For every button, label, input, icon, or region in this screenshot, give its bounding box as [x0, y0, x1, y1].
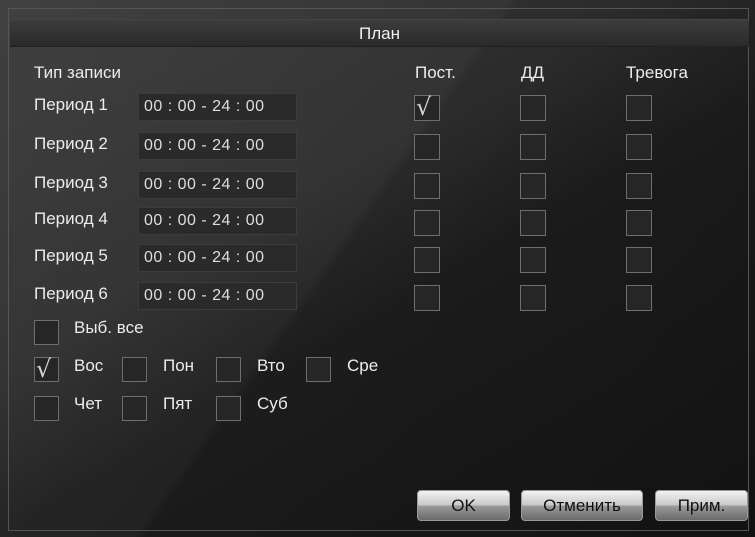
day-label-sunday: Вос — [74, 356, 104, 375]
period-label: Период 3 — [34, 173, 108, 192]
period-2-constant-checkbox[interactable] — [414, 134, 440, 160]
period-1-alarm-checkbox[interactable] — [626, 95, 652, 121]
day-label-tuesday: Вто — [257, 356, 285, 375]
apply-button[interactable]: Прим. — [655, 490, 748, 521]
period-4-motion-checkbox[interactable] — [520, 210, 546, 236]
period-1-constant-checkbox[interactable]: √ — [414, 93, 440, 121]
dialog-titlebar: План — [10, 19, 749, 47]
period-label: Период 2 — [34, 134, 108, 153]
period-time-input[interactable]: 00 : 00 - 24 : 00 — [138, 282, 297, 310]
day-checkbox-wednesday[interactable] — [306, 357, 331, 382]
period-3-motion-checkbox[interactable] — [520, 173, 546, 199]
dialog-title: План — [359, 24, 400, 43]
period-time-input[interactable]: 00 : 00 - 24 : 00 — [138, 132, 297, 160]
period-label: Период 1 — [34, 95, 108, 114]
period-4-alarm-checkbox[interactable] — [626, 210, 652, 236]
period-time-input[interactable]: 00 : 00 - 24 : 00 — [138, 244, 297, 272]
day-checkbox-tuesday[interactable] — [216, 357, 241, 382]
checkmark-icon: √ — [36, 355, 52, 383]
period-label: Период 6 — [34, 284, 108, 303]
period-6-alarm-checkbox[interactable] — [626, 285, 652, 311]
cancel-button[interactable]: Отменить — [521, 490, 643, 521]
period-4-constant-checkbox[interactable] — [414, 210, 440, 236]
day-checkbox-friday[interactable] — [122, 396, 147, 421]
day-label-monday: Пон — [163, 356, 195, 375]
select-all-checkbox[interactable] — [34, 320, 59, 345]
column-header-motion: ДД — [521, 63, 545, 82]
day-checkbox-thursday[interactable] — [34, 396, 59, 421]
day-label-saturday: Суб — [257, 394, 288, 413]
period-label: Период 4 — [34, 209, 108, 228]
period-5-constant-checkbox[interactable] — [414, 247, 440, 273]
day-label-wednesday: Сре — [347, 356, 379, 375]
schedule-dialog: План Тип записи Пост. ДД Тревога Период … — [0, 0, 755, 537]
day-label-friday: Пят — [163, 394, 193, 413]
period-time-input[interactable]: 00 : 00 - 24 : 00 — [138, 207, 297, 235]
ok-button[interactable]: OK — [417, 490, 510, 521]
day-checkbox-saturday[interactable] — [216, 396, 241, 421]
period-2-alarm-checkbox[interactable] — [626, 134, 652, 160]
day-checkbox-monday[interactable] — [122, 357, 147, 382]
period-label: Период 5 — [34, 246, 108, 265]
checkmark-icon: √ — [416, 93, 432, 121]
period-5-motion-checkbox[interactable] — [520, 247, 546, 273]
period-time-input[interactable]: 00 : 00 - 24 : 00 — [138, 93, 297, 121]
day-checkbox-sunday[interactable]: √ — [34, 355, 59, 383]
day-label-thursday: Чет — [74, 394, 103, 413]
period-3-alarm-checkbox[interactable] — [626, 173, 652, 199]
period-6-motion-checkbox[interactable] — [520, 285, 546, 311]
period-6-constant-checkbox[interactable] — [414, 285, 440, 311]
column-header-alarm: Тревога — [626, 63, 688, 82]
period-time-input[interactable]: 00 : 00 - 24 : 00 — [138, 171, 297, 199]
period-3-constant-checkbox[interactable] — [414, 173, 440, 199]
period-2-motion-checkbox[interactable] — [520, 134, 546, 160]
record-type-label: Тип записи — [34, 63, 122, 82]
period-1-motion-checkbox[interactable] — [520, 95, 546, 121]
column-header-constant: Пост. — [415, 63, 456, 82]
period-5-alarm-checkbox[interactable] — [626, 247, 652, 273]
select-all-label: Выб. все — [74, 318, 144, 337]
